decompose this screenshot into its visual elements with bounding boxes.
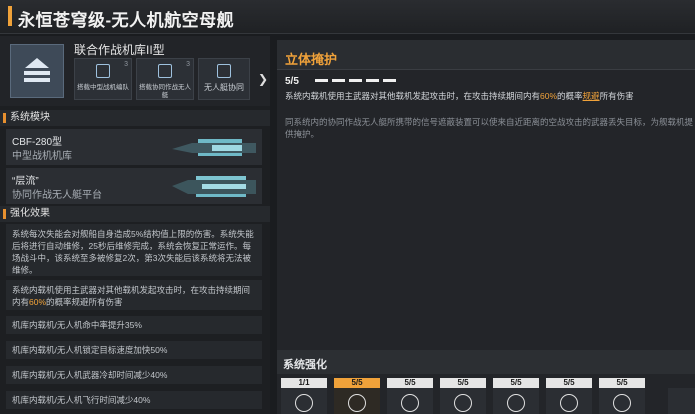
module-name: “层流”: [12, 176, 39, 187]
skill-text: 所有伤害: [599, 91, 634, 101]
enhancement-slot[interactable]: 5/5: [493, 378, 539, 414]
fighter-squadron-icon: [96, 64, 110, 78]
level-pips: [315, 79, 396, 82]
level-pip: [366, 79, 379, 82]
effect-highlight: 60%: [29, 297, 47, 307]
enhancement-slot[interactable]: 5/5: [387, 378, 433, 414]
slot-count: 5/5: [404, 378, 416, 387]
enhancement-slots: 1/1 5/5 5/5 5/5 5/5 5/5 5/5: [281, 378, 645, 414]
sub-card-cooperation[interactable]: 无人艇协同: [198, 58, 250, 100]
enhancement-slot[interactable]: 5/5: [546, 378, 592, 414]
left-panel: 联合作战机库II型 3 搭载中型战机编队 3 搭载协同作战无人艇 无人艇协同 ❯…: [0, 36, 270, 414]
enhancement-icon: [560, 394, 578, 412]
hangar-icon[interactable]: [10, 44, 64, 98]
skill-title-bar: 立体掩护: [277, 40, 695, 70]
enhancement-slot-selected[interactable]: 5/5: [334, 378, 380, 414]
effect-evasion: 系统内载机使用主武器对其他载机发起攻击时，在攻击持续期间内有60%的概率规避所有…: [6, 280, 262, 310]
module-type: 协同作战无人艇平台: [12, 190, 102, 201]
skill-highlight: 60%: [540, 91, 558, 101]
hangar-module-art-icon: [172, 139, 256, 156]
drone-boat-icon: [158, 64, 172, 78]
skill-text: 的概率: [557, 91, 583, 101]
title-accent-bar: [8, 6, 12, 26]
enhancement-icon: [401, 394, 419, 412]
side-tab[interactable]: [668, 388, 695, 414]
effect-row: 机库内载机/无人机锁定目标速度加快50%: [6, 341, 262, 359]
slot-count: 5/5: [563, 378, 575, 387]
skill-text: 系统内载机使用主武器对其他载机发起攻击时，在攻击持续期间内有: [285, 91, 541, 101]
level-pip: [383, 79, 396, 82]
skill-extra-description: 同系统内的协同作战无人艇所携带的信号遮蔽装置可以使来自近距离的空战攻击的武器丢失…: [285, 117, 694, 139]
enhancement-icon: [507, 394, 525, 412]
carrier-header: 联合作战机库II型 3 搭载中型战机编队 3 搭载协同作战无人艇 无人艇协同 ❯: [0, 36, 270, 106]
skill-description: 系统内载机使用主武器对其他载机发起攻击时，在攻击持续期间内有60%的概率规避所有…: [285, 90, 695, 102]
enhancement-icon: [348, 394, 366, 412]
page-title: 永恒苍穹级-无人机航空母舰: [18, 11, 235, 30]
enhancement-slot[interactable]: 5/5: [440, 378, 486, 414]
module-item[interactable]: “层流” 协同作战无人艇平台: [6, 168, 262, 204]
sub-card-label: 无人艇协同: [204, 83, 244, 92]
skill-highlight: 规避: [582, 91, 600, 101]
enhancement-icon: [295, 394, 313, 412]
effect-text: 的概率规避所有伤害: [46, 297, 123, 307]
enhancement-title: 系统强化: [283, 359, 327, 371]
module-item[interactable]: CBF-280型 中型战机机库: [6, 129, 262, 165]
chevron-right-icon[interactable]: ❯: [258, 72, 268, 86]
slot-count: 5/5: [616, 378, 628, 387]
carrier-module-name: 联合作战机库II型: [74, 43, 165, 57]
cooperation-icon: [217, 64, 231, 78]
slot-count: 5/5: [351, 378, 363, 387]
sub-card-label: 搭载中型战机编队: [77, 84, 129, 91]
section-title-effects: 强化效果: [0, 206, 270, 222]
sub-card-fighter[interactable]: 3 搭载中型战机编队: [74, 58, 132, 100]
effect-description: 系统每次失能会对舰船自身造成5%结构值上限的伤害。系统失能后将进行自动维修，25…: [6, 224, 262, 276]
enhancement-icon: [613, 394, 631, 412]
sub-card-count: 3: [124, 61, 128, 68]
module-type: 中型战机机库: [12, 151, 72, 162]
sub-card-count: 3: [186, 61, 190, 68]
title-bar: 永恒苍穹级-无人机航空母舰: [0, 0, 695, 34]
level-pip: [349, 79, 362, 82]
sub-card-list: 3 搭载中型战机编队 3 搭载协同作战无人艇 无人艇协同: [74, 58, 250, 100]
module-name: CBF-280型: [12, 137, 63, 148]
drone-platform-art-icon: [172, 176, 256, 197]
enhancement-icon: [454, 394, 472, 412]
sub-card-drone[interactable]: 3 搭载协同作战无人艇: [136, 58, 194, 100]
skill-level: 5/5: [285, 76, 299, 87]
effect-row: 机库内载机/无人机飞行时间减少40%: [6, 391, 262, 409]
level-pip: [332, 79, 345, 82]
section-title-modules: 系统模块: [0, 110, 270, 126]
effect-row: 机库内载机/无人机武器冷却时间减少40%: [6, 366, 262, 384]
effect-row: 机库内载机/无人机命中率提升35%: [6, 316, 262, 334]
enhancement-slot[interactable]: 5/5: [599, 378, 645, 414]
skill-detail-panel: 立体掩护 5/5 系统内载机使用主武器对其他载机发起攻击时，在攻击持续期间内有6…: [277, 40, 695, 414]
system-enhancement-bar: 系统强化: [277, 350, 695, 374]
slot-count: 5/5: [510, 378, 522, 387]
level-pip: [315, 79, 328, 82]
sub-card-label: 搭载协同作战无人艇: [139, 84, 191, 99]
enhancement-slot[interactable]: 1/1: [281, 378, 327, 414]
slot-count: 5/5: [457, 378, 469, 387]
slot-count: 1/1: [298, 378, 310, 387]
skill-title: 立体掩护: [285, 52, 338, 67]
